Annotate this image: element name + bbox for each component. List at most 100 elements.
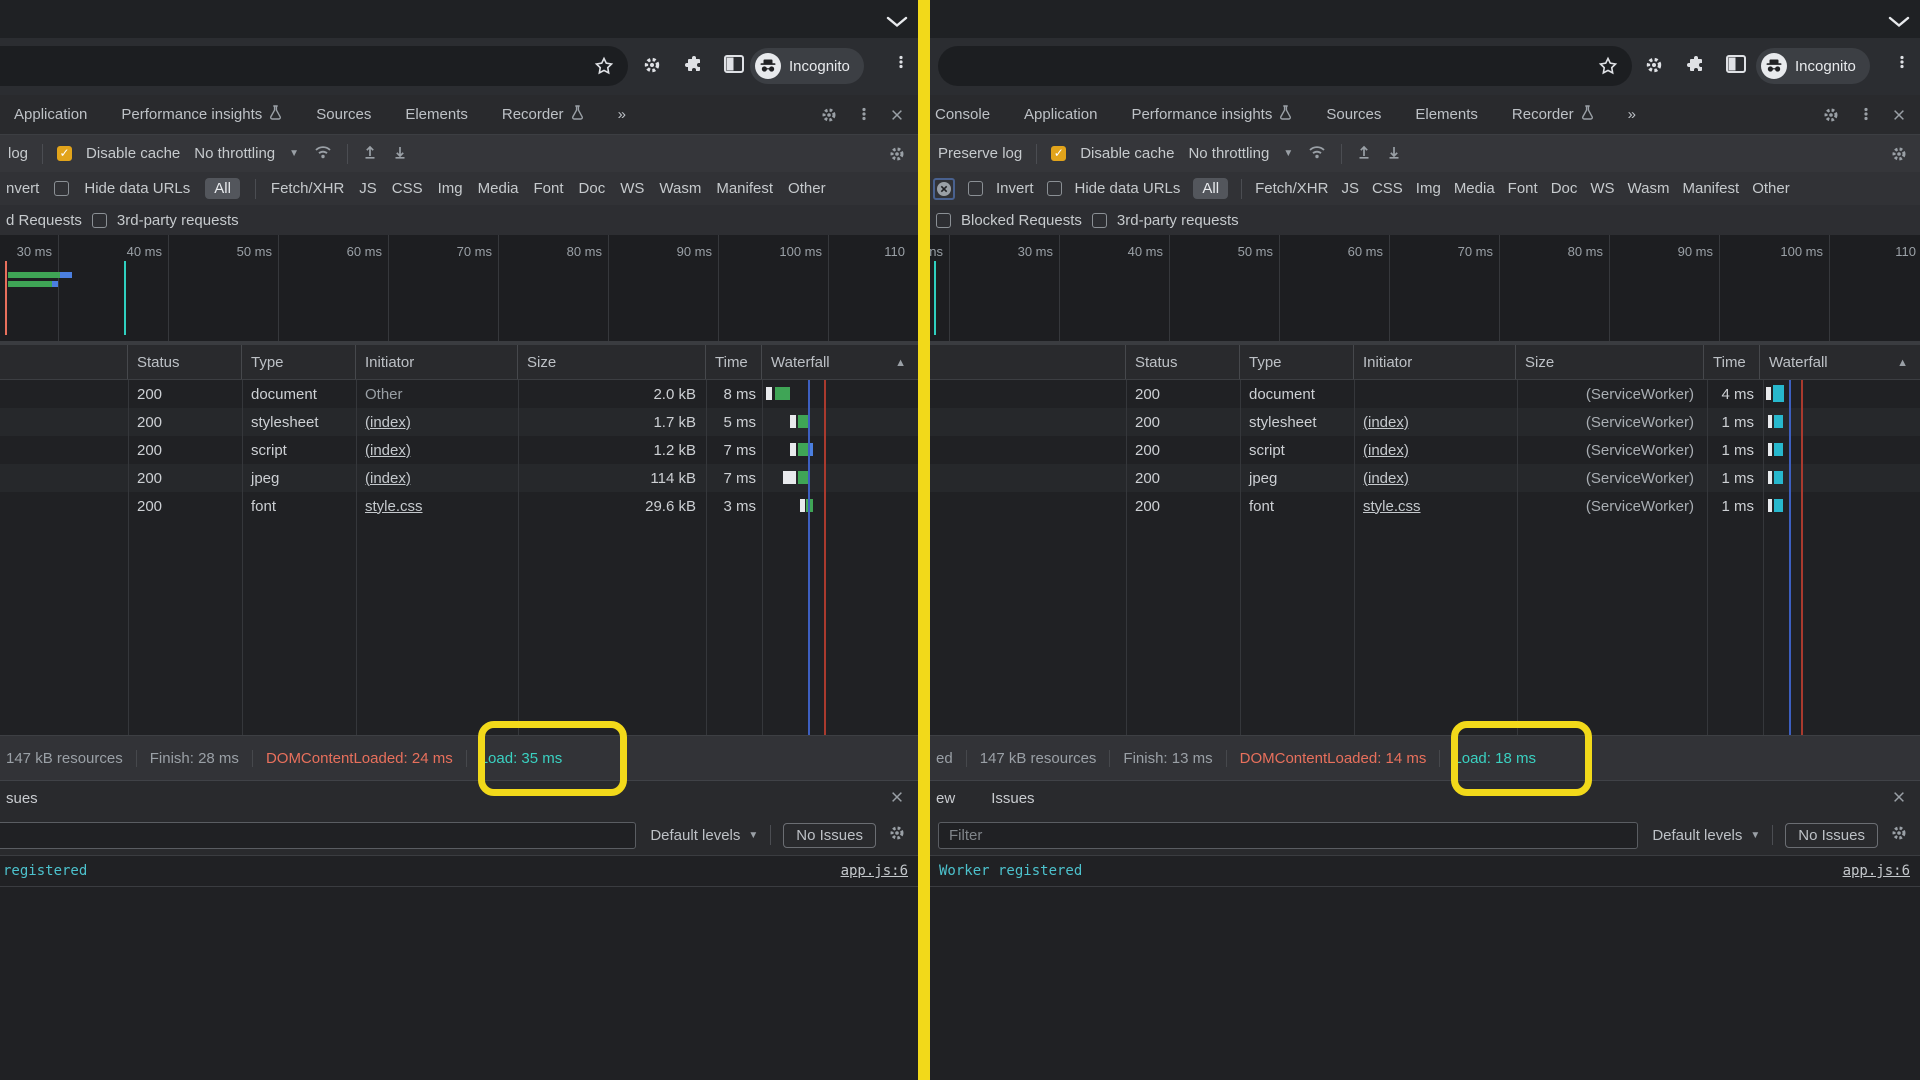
filter-media[interactable]: Media (478, 180, 519, 197)
side-panel-icon[interactable] (724, 55, 744, 78)
initiator-link[interactable]: style.css (356, 498, 518, 515)
no-issues-button[interactable]: No Issues (783, 823, 876, 848)
network-settings-gear-icon[interactable] (888, 145, 906, 167)
filter-other[interactable]: Other (788, 180, 826, 197)
blocked-requests-checkbox[interactable] (936, 213, 951, 228)
filter-img[interactable]: Img (438, 180, 463, 197)
table-row[interactable]: 200 stylesheet (index) 1.7 kB 5 ms (0, 408, 918, 436)
table-row[interactable]: 200 stylesheet (index) (ServiceWorker) 1… (930, 408, 1920, 436)
col-status[interactable]: Status (128, 345, 242, 379)
disable-cache-checkbox[interactable] (57, 146, 72, 161)
filter-wasm[interactable]: Wasm (659, 180, 701, 197)
filter-manifest[interactable]: Manifest (1683, 180, 1740, 197)
side-panel-icon[interactable] (1726, 55, 1746, 78)
table-row[interactable]: 200 document Other 2.0 kB 8 ms (0, 380, 918, 408)
network-conditions-icon[interactable] (1307, 144, 1327, 164)
filter-css[interactable]: CSS (1372, 180, 1403, 197)
filter-font[interactable]: Font (1508, 180, 1538, 197)
tab-sources[interactable]: Sources (1326, 106, 1381, 123)
extension-gear-icon[interactable] (642, 55, 662, 80)
filter-manifest[interactable]: Manifest (716, 180, 773, 197)
bookmark-star-icon[interactable] (594, 56, 614, 81)
close-icon[interactable] (1892, 790, 1906, 808)
table-row[interactable]: 200 jpeg (index) 114 kB 7 ms (0, 464, 918, 492)
chevron-down-icon[interactable] (886, 15, 908, 33)
chevron-down-icon[interactable]: ▼ (289, 148, 299, 159)
filter-css[interactable]: CSS (392, 180, 423, 197)
col-size[interactable]: Size (1516, 345, 1704, 379)
table-row[interactable]: 200 jpeg (index) (ServiceWorker) 1 ms (930, 464, 1920, 492)
devtools-menu-icon[interactable] (856, 106, 872, 126)
blocked-requests-label[interactable]: d Requests (6, 212, 82, 229)
tab-issues[interactable]: sues (6, 790, 38, 807)
col-status[interactable]: Status (1126, 345, 1240, 379)
filter-media[interactable]: Media (1454, 180, 1495, 197)
filter-js[interactable]: JS (1341, 180, 1359, 197)
settings-gear-icon[interactable] (1822, 106, 1840, 128)
network-overview[interactable]: 30 ms 40 ms 50 ms 60 ms 70 ms 80 ms 90 m… (0, 235, 918, 345)
extensions-puzzle-icon[interactable] (684, 55, 704, 80)
initiator-link[interactable]: (index) (1354, 470, 1516, 487)
tab-recorder[interactable]: Recorder (1512, 105, 1594, 124)
tab-issues[interactable]: Issues (991, 790, 1034, 807)
tab-console[interactable]: Console (935, 106, 990, 123)
log-levels-select[interactable]: Default levels▼ (1652, 827, 1760, 844)
close-icon[interactable] (890, 790, 904, 808)
initiator-link[interactable]: style.css (1354, 498, 1516, 515)
preserve-log-label[interactable]: Preserve log (938, 145, 1022, 162)
tab-sources[interactable]: Sources (316, 106, 371, 123)
tab-performance-insights[interactable]: Performance insights (121, 105, 282, 124)
close-icon[interactable] (1892, 108, 1906, 126)
col-size[interactable]: Size (518, 345, 706, 379)
initiator-link[interactable]: (index) (1354, 442, 1516, 459)
filter-all[interactable]: All (1193, 178, 1228, 199)
filter-fetch-xhr[interactable]: Fetch/XHR (271, 180, 344, 197)
table-row[interactable]: 200 font style.css 29.6 kB 3 ms (0, 492, 918, 520)
devtools-menu-icon[interactable] (1858, 106, 1874, 126)
table-row[interactable]: 200 script (index) (ServiceWorker) 1 ms (930, 436, 1920, 464)
col-initiator[interactable]: Initiator (356, 345, 518, 379)
export-har-icon[interactable] (1386, 144, 1402, 164)
console-filter-input[interactable] (938, 822, 1638, 849)
filter-img[interactable]: Img (1416, 180, 1441, 197)
tab-elements[interactable]: Elements (1415, 106, 1478, 123)
hide-data-urls-checkbox[interactable] (1047, 181, 1062, 196)
browser-menu-icon[interactable] (893, 54, 909, 75)
import-har-icon[interactable] (1356, 144, 1372, 164)
more-tabs-chevron[interactable]: » (1628, 106, 1636, 123)
table-row[interactable]: 200 document (ServiceWorker) 4 ms (930, 380, 1920, 408)
preserve-log-label[interactable]: log (8, 145, 28, 162)
close-icon[interactable] (890, 108, 904, 126)
hide-data-urls-checkbox[interactable] (54, 181, 69, 196)
network-conditions-icon[interactable] (313, 144, 333, 164)
filter-doc[interactable]: Doc (1551, 180, 1578, 197)
sort-arrow-icon[interactable]: ▲ (895, 357, 906, 369)
throttling-select[interactable]: No throttling (194, 145, 275, 162)
bookmark-star-icon[interactable] (1598, 56, 1618, 81)
tab-application[interactable]: Application (1024, 106, 1097, 123)
filter-wasm[interactable]: Wasm (1628, 180, 1670, 197)
network-overview[interactable]: ns 30 ms 40 ms 50 ms 60 ms 70 ms 80 ms 9… (930, 235, 1920, 345)
tab-elements[interactable]: Elements (405, 106, 468, 123)
invert-checkbox[interactable] (968, 181, 983, 196)
address-bar[interactable] (0, 46, 628, 86)
chevron-down-icon[interactable]: ▼ (1283, 148, 1293, 159)
third-party-checkbox[interactable] (92, 213, 107, 228)
third-party-checkbox[interactable] (1092, 213, 1107, 228)
filter-fetch-xhr[interactable]: Fetch/XHR (1255, 180, 1328, 197)
col-type[interactable]: Type (1240, 345, 1354, 379)
filter-all[interactable]: All (205, 178, 240, 199)
tab-recorder[interactable]: Recorder (502, 105, 584, 124)
import-har-icon[interactable] (362, 144, 378, 164)
disable-cache-checkbox[interactable] (1051, 146, 1066, 161)
chevron-down-icon[interactable] (1888, 15, 1910, 33)
filter-ws[interactable]: WS (1590, 180, 1614, 197)
source-link[interactable]: app.js:6 (841, 863, 908, 879)
console-settings-gear-icon[interactable] (1890, 824, 1908, 846)
col-initiator[interactable]: Initiator (1354, 345, 1516, 379)
extensions-puzzle-icon[interactable] (1686, 55, 1706, 80)
log-levels-select[interactable]: Default levels▼ (650, 827, 758, 844)
tab-application[interactable]: Application (14, 106, 87, 123)
console-settings-gear-icon[interactable] (888, 824, 906, 846)
filter-font[interactable]: Font (534, 180, 564, 197)
